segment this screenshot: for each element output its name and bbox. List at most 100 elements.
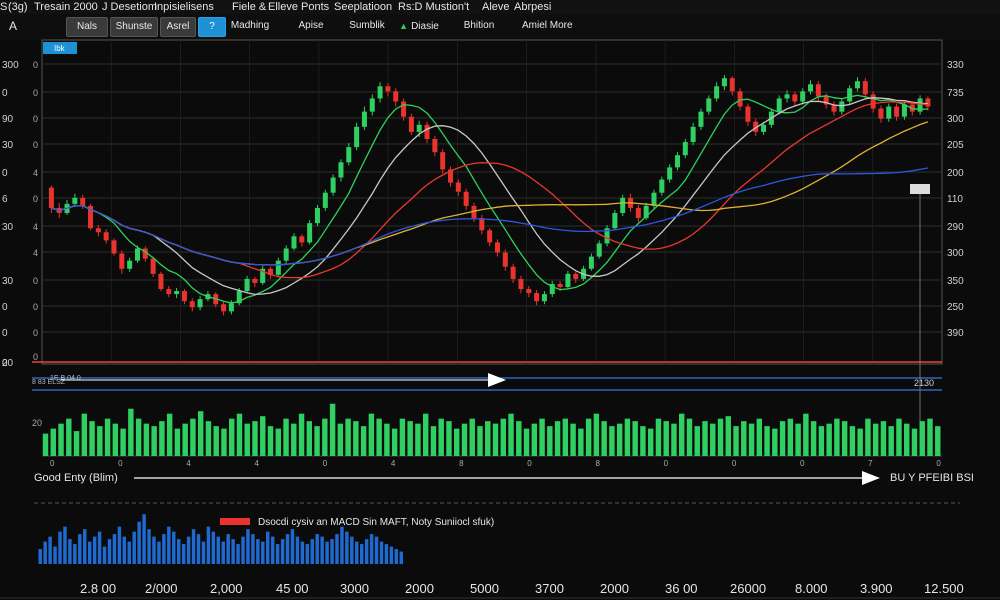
candle bbox=[565, 273, 571, 288]
candle bbox=[72, 197, 78, 204]
x-axis-label: 2000 bbox=[600, 581, 629, 596]
volume-bar bbox=[904, 423, 910, 456]
volume-bar bbox=[461, 423, 468, 456]
volume-bar bbox=[717, 418, 724, 456]
candle bbox=[745, 106, 751, 122]
level-label: 1E B.04.0 bbox=[50, 375, 81, 382]
volume-bar bbox=[702, 421, 708, 456]
volume-bar bbox=[500, 418, 506, 456]
volume-bar bbox=[896, 418, 902, 456]
candle bbox=[48, 187, 54, 208]
candle bbox=[432, 138, 438, 153]
volume-bar bbox=[795, 423, 801, 456]
candle bbox=[729, 78, 735, 92]
volume-bar bbox=[772, 428, 778, 456]
macd-bar bbox=[389, 546, 394, 564]
candle bbox=[291, 236, 297, 249]
macd-bar bbox=[73, 544, 77, 564]
left-axis-label: 300 bbox=[2, 60, 19, 71]
volume-bar bbox=[857, 428, 863, 456]
volume-bar bbox=[159, 421, 165, 456]
right-axis-label: 330 bbox=[947, 60, 964, 71]
volume-x-tick: 0 bbox=[800, 459, 805, 468]
left-axis-label: 0 bbox=[2, 88, 8, 99]
volume-bar bbox=[166, 413, 173, 456]
macd-bar bbox=[315, 534, 319, 564]
volume-bar bbox=[73, 431, 80, 456]
candle bbox=[408, 116, 414, 132]
macd-bar bbox=[285, 534, 290, 564]
volume-bar bbox=[616, 423, 623, 456]
candle bbox=[197, 299, 203, 308]
volume-bar bbox=[927, 418, 933, 456]
macd-bar bbox=[335, 534, 339, 564]
macd-bar bbox=[379, 541, 384, 564]
macd-bar bbox=[275, 544, 280, 564]
volume-bar bbox=[865, 418, 871, 456]
candle bbox=[150, 258, 156, 274]
volume-bar bbox=[671, 423, 677, 456]
volume-bar bbox=[647, 428, 654, 456]
candle bbox=[737, 91, 743, 107]
candle bbox=[314, 207, 320, 224]
macd-bar bbox=[152, 536, 156, 564]
volume-bar bbox=[345, 418, 351, 456]
macd-bar bbox=[350, 536, 354, 564]
volume-bar bbox=[779, 421, 786, 456]
candle bbox=[424, 124, 430, 139]
volume-bar bbox=[298, 413, 305, 456]
macd-bar bbox=[201, 541, 206, 564]
volume-bar bbox=[42, 433, 49, 456]
left-axis-tick: 0 bbox=[33, 352, 38, 362]
x-axis-label: 45 00 bbox=[276, 581, 309, 596]
volume-bar bbox=[655, 418, 662, 456]
candle bbox=[588, 256, 594, 269]
volume-bar bbox=[213, 426, 219, 456]
macd-bar bbox=[241, 536, 245, 564]
candle bbox=[189, 301, 195, 308]
macd-bar bbox=[330, 539, 334, 564]
volume-bar bbox=[182, 423, 188, 456]
right-axis-label: 110 bbox=[947, 194, 963, 205]
candle bbox=[103, 232, 109, 241]
volume-bar bbox=[803, 413, 809, 456]
candle bbox=[635, 207, 641, 219]
candle bbox=[252, 278, 258, 283]
candle bbox=[659, 179, 665, 193]
volume-bar bbox=[422, 413, 429, 456]
volume-bar bbox=[252, 421, 258, 456]
candle bbox=[346, 147, 352, 163]
candle bbox=[612, 213, 618, 229]
volume-bar bbox=[679, 413, 685, 456]
macd-bar bbox=[359, 544, 364, 564]
macd-bar bbox=[325, 541, 329, 564]
volume-bar bbox=[275, 428, 281, 456]
volume-bar bbox=[205, 421, 212, 456]
volume-bar bbox=[508, 413, 514, 456]
volume-bar bbox=[291, 423, 297, 456]
macd-bar bbox=[221, 541, 225, 564]
volume-bar bbox=[523, 428, 530, 456]
left-axis-tick: 0 bbox=[33, 60, 38, 70]
right-axis-label: 200 bbox=[947, 168, 964, 179]
candle bbox=[354, 126, 360, 148]
left-axis-label: 90 bbox=[2, 114, 14, 125]
main-panel-frame bbox=[41, 39, 943, 365]
candle bbox=[721, 78, 727, 87]
volume-bar bbox=[841, 421, 848, 456]
right-axis-label: 290 bbox=[947, 222, 964, 233]
volume-bar bbox=[267, 426, 274, 456]
macd-bar bbox=[83, 529, 87, 564]
candle bbox=[878, 108, 884, 119]
volume-x-tick: 0 bbox=[936, 459, 941, 468]
x-axis-label: 36 00 bbox=[665, 581, 698, 596]
left-axis-tick: 0 bbox=[33, 276, 38, 286]
volume-bar bbox=[322, 418, 328, 456]
left-axis-tick: 0 bbox=[33, 302, 38, 312]
x-axis-label: 26000 bbox=[730, 581, 766, 596]
candle bbox=[479, 218, 485, 231]
volume-bar bbox=[741, 421, 747, 456]
x-axis-label: 2000 bbox=[405, 581, 434, 596]
volume-x-tick: 8 bbox=[459, 459, 464, 468]
x-axis-label: 3000 bbox=[340, 581, 369, 596]
